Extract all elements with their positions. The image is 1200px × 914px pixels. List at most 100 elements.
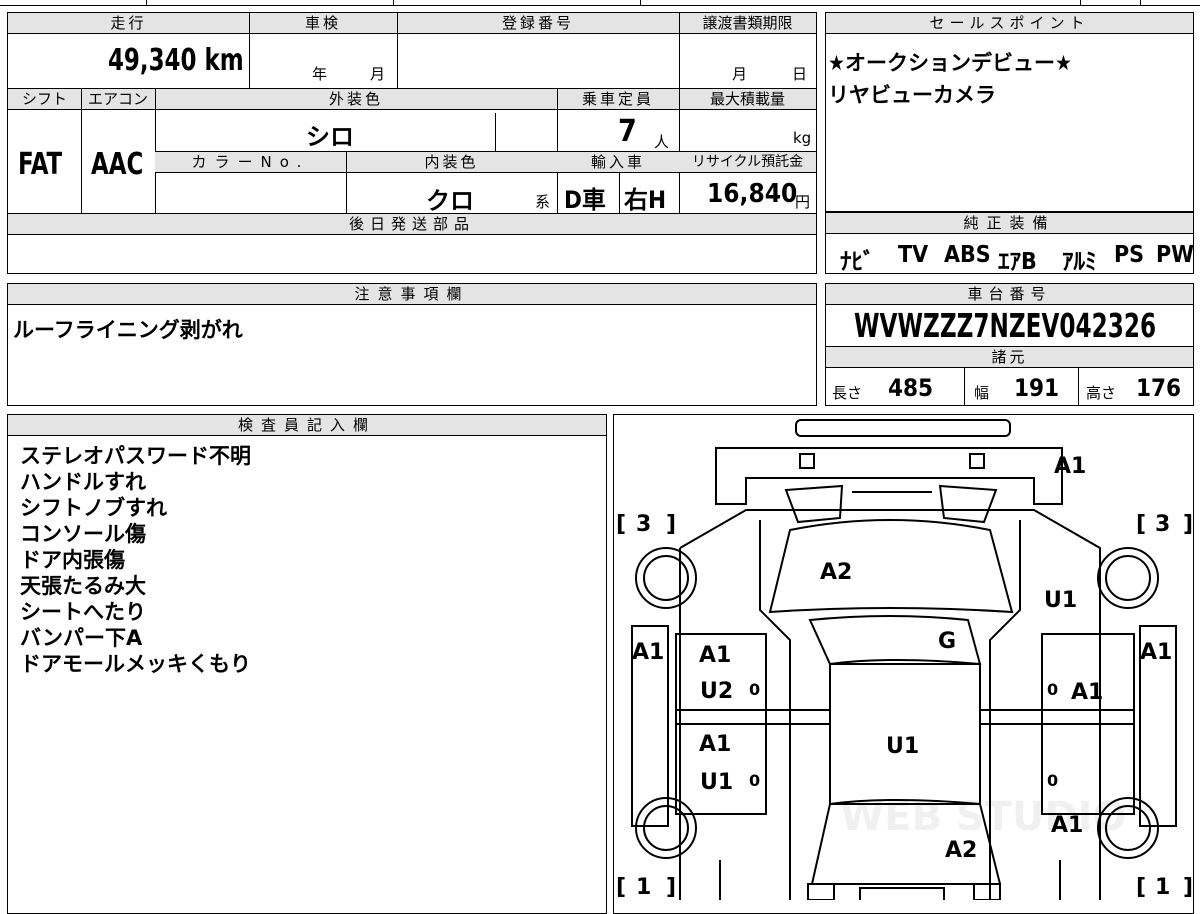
zero-mark: 0 bbox=[749, 680, 760, 699]
header-inspector: 検査員記入欄 bbox=[8, 415, 606, 436]
tire-depth-br: 1 bbox=[1155, 875, 1170, 900]
interior-suffix: 系 bbox=[535, 193, 551, 211]
svg-text:]: ] bbox=[666, 512, 676, 537]
shift-value: FAT bbox=[18, 147, 63, 182]
damage-diagram-box: [] [] [] [] 3 3 1 1 A1 A2 U1 G A1 A1 A1 … bbox=[613, 414, 1194, 914]
interior-color-value: クロ bbox=[426, 187, 474, 215]
car-damage-diagram: [] [] [] [] 3 3 1 1 A1 A2 U1 G A1 A1 A1 … bbox=[616, 419, 1193, 900]
inspector-note: バンパー下A bbox=[20, 626, 143, 650]
equipment-item: ｴｱB bbox=[998, 249, 1037, 275]
tire-depth-bl: 1 bbox=[636, 875, 651, 900]
inspection-month-unit: 月 bbox=[370, 65, 386, 83]
inspector-note: コンソール傷 bbox=[20, 522, 146, 546]
header-sales-points: セールスポイント bbox=[826, 13, 1193, 34]
length-value: 485 bbox=[888, 374, 934, 402]
mark-rr-door-a: A1 bbox=[699, 732, 731, 757]
recycle-value: 16,840 bbox=[707, 179, 798, 209]
header-notes: 注意事項欄 bbox=[8, 284, 816, 305]
sales-point-2: リヤビューカメラ bbox=[828, 83, 996, 107]
mark-rr-door-u: U1 bbox=[700, 770, 733, 795]
inspector-note: ステレオパスワード不明 bbox=[20, 444, 251, 468]
load-unit: kg bbox=[793, 129, 812, 147]
header-shift: シフト bbox=[8, 89, 81, 110]
chassis-number: WVWZZZ7NZEV042326 bbox=[854, 306, 1157, 345]
mileage-value: 49,340 km bbox=[108, 43, 244, 78]
mark-roof: U1 bbox=[886, 734, 919, 759]
sales-points-box: セールスポイント ★オークションデビュー★ リヤビューカメラ bbox=[825, 12, 1194, 212]
height-label: 高さ bbox=[1086, 384, 1117, 402]
transfer-month-unit: 月 bbox=[732, 65, 748, 83]
inspector-note: ドアモールメッキくもり bbox=[20, 652, 251, 676]
mark-rear: A2 bbox=[945, 838, 977, 863]
width-value: 191 bbox=[1014, 374, 1060, 402]
inspector-note: ドア内張傷 bbox=[20, 548, 125, 572]
svg-text:[: [ bbox=[616, 512, 626, 537]
inspector-note: シートへたり bbox=[20, 600, 146, 624]
mark-windshield: G bbox=[938, 629, 956, 654]
top-strip bbox=[0, 0, 1200, 8]
header-interior-color: 内装色 bbox=[346, 152, 557, 173]
svg-text:[: [ bbox=[616, 875, 626, 900]
svg-text:[: [ bbox=[1136, 512, 1146, 537]
capacity-value: 7 bbox=[618, 114, 637, 149]
inspection-year-unit: 年 bbox=[312, 65, 328, 83]
mark-rf-door-a: A1 bbox=[699, 643, 731, 668]
header-max-load: 最大積載量 bbox=[679, 89, 816, 110]
equipment-item: PW bbox=[1156, 242, 1194, 268]
inspector-note: 天張たるみ大 bbox=[20, 574, 146, 598]
notes-text: ルーフライニング剥がれ bbox=[13, 318, 243, 342]
inspector-notes-list: ステレオパスワード不明 ハンドルすれ シフトノブすれ コンソール傷 ドア内張傷 … bbox=[20, 443, 251, 677]
header-color-no: カラーNo. bbox=[155, 152, 346, 173]
factory-equipment-box: 純正装備 ﾅﾋﾞ TV ABS ｴｱB ｱﾙﾐ PS PW bbox=[825, 212, 1194, 275]
handle-side: 右H bbox=[624, 186, 667, 214]
mark-right-pillar: A1 bbox=[1140, 640, 1172, 665]
header-later-parts: 後日発送部品 bbox=[8, 214, 816, 235]
header-specs: 諸元 bbox=[826, 346, 1193, 368]
header-factory-equipment: 純正装備 bbox=[826, 213, 1193, 234]
header-aircon: エアコン bbox=[81, 89, 155, 110]
header-inspection: 車検 bbox=[249, 13, 397, 34]
svg-text:]: ] bbox=[666, 875, 676, 900]
equipment-item: PS bbox=[1114, 242, 1145, 268]
mark-lf-door: A1 bbox=[1071, 680, 1103, 705]
inspector-note: ハンドルすれ bbox=[20, 470, 146, 494]
vehicle-spec-table: 走行 車検 登録番号 譲渡書類期限 49,340 km 年 月 月 日 シフト … bbox=[7, 12, 817, 274]
tire-depth-tl: 3 bbox=[636, 512, 651, 537]
mark-fender: U1 bbox=[1044, 588, 1077, 613]
zero-mark: 0 bbox=[1047, 680, 1058, 699]
transfer-day-unit: 日 bbox=[792, 65, 808, 83]
notes-box: 注意事項欄 ルーフライニング剥がれ bbox=[7, 283, 817, 406]
svg-text:]: ] bbox=[1183, 512, 1193, 537]
height-value: 176 bbox=[1136, 374, 1182, 402]
svg-text:]: ] bbox=[1183, 875, 1193, 900]
equipment-item: TV bbox=[898, 242, 929, 268]
mark-left-pillar: A1 bbox=[632, 640, 664, 665]
svg-text:[: [ bbox=[1136, 875, 1146, 900]
inspector-note: シフトノブすれ bbox=[20, 496, 167, 520]
mark-hood: A2 bbox=[820, 560, 852, 585]
zero-mark: 0 bbox=[1047, 771, 1058, 790]
aircon-value: AAC bbox=[91, 147, 144, 182]
inspector-box: 検査員記入欄 ステレオパスワード不明 ハンドルすれ シフトノブすれ コンソール傷… bbox=[7, 414, 607, 914]
recycle-unit: 円 bbox=[795, 193, 811, 211]
equipment-item: ABS bbox=[944, 242, 991, 268]
capacity-unit: 人 bbox=[654, 133, 670, 151]
chassis-box: 車台番号 WVWZZZ7NZEV042326 諸元 長さ 485 幅 191 高… bbox=[825, 283, 1194, 406]
exterior-color-value: シロ bbox=[306, 123, 354, 151]
length-label: 長さ bbox=[832, 384, 863, 402]
header-mileage: 走行 bbox=[8, 13, 249, 34]
header-import: 輸入車 bbox=[557, 152, 679, 173]
mark-front-bumper: A1 bbox=[1054, 454, 1086, 479]
header-recycle: リサイクル預託金 bbox=[679, 152, 816, 173]
header-capacity: 乗車定員 bbox=[557, 89, 679, 110]
watermark: WEB STUDIO bbox=[840, 794, 1127, 840]
header-registration: 登録番号 bbox=[397, 13, 679, 34]
header-transfer-deadline: 譲渡書類期限 bbox=[679, 13, 816, 34]
sales-point-1: ★オークションデビュー★ bbox=[828, 51, 1072, 75]
import-type: D車 bbox=[564, 186, 606, 214]
tire-depth-tr: 3 bbox=[1155, 512, 1170, 537]
equipment-item: ﾅﾋﾞ bbox=[840, 249, 875, 275]
equipment-item: ｱﾙﾐ bbox=[1062, 249, 1097, 275]
width-label: 幅 bbox=[974, 384, 990, 402]
zero-mark: 0 bbox=[749, 771, 760, 790]
